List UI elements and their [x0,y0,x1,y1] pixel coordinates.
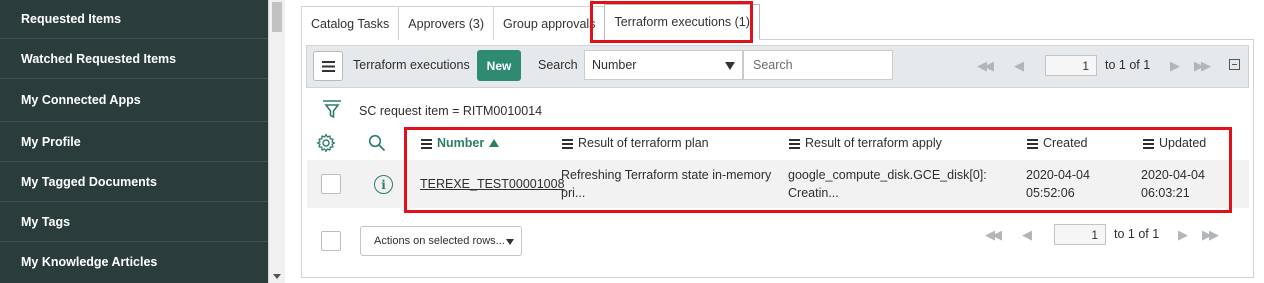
column-label: Number [437,136,485,150]
last-page-icon[interactable]: ▶▶ [1194,58,1211,74]
sort-ascending-icon [489,139,500,147]
first-page-icon[interactable]: ◀◀ [977,58,994,74]
column-header-number[interactable]: Number [421,136,500,150]
tab-label: Catalog Tasks [311,16,390,31]
scroll-down-arrow-icon[interactable] [273,274,281,279]
filter-icon[interactable] [321,98,343,120]
column-label: Result of terraform apply [805,136,942,150]
apply-line-2: Creatin... [788,186,839,200]
column-header-updated[interactable]: Updated [1143,136,1206,150]
plan-line-1: Refreshing Terraform state in-memory [561,168,772,182]
record-number-link[interactable]: TEREXE_TEST00001008 [420,175,565,193]
sidebar-item-label: Requested Items [21,12,122,26]
sidebar-item-requested-items[interactable]: Requested Items [0,0,268,39]
page-number-input[interactable] [1045,55,1097,76]
filter-breadcrumb[interactable]: SC request item = RITM0010014 [359,104,542,118]
sidebar-item-my-knowledge-articles[interactable]: My Knowledge Articles [0,242,268,282]
column-header-created[interactable]: Created [1027,136,1087,150]
next-page-icon[interactable]: ▶ [1170,58,1180,74]
sidebar-item-watched-requested-items[interactable]: Watched Requested Items [0,39,268,79]
sidebar-item-my-profile[interactable]: My Profile [0,122,268,162]
sidebar-item-my-tags[interactable]: My Tags [0,202,268,242]
sidebar-item-my-tagged-documents[interactable]: My Tagged Documents [0,162,268,202]
tab-label: Group approvals [503,16,596,31]
new-button[interactable]: New [477,50,521,81]
apply-cell: google_compute_disk.GCE_disk[0]: Creatin… [788,166,987,202]
hamburger-icon [321,60,335,72]
tab-approvers[interactable]: Approvers (3) [398,6,495,40]
column-menu-icon[interactable] [1143,138,1154,149]
search-label: Search [538,58,578,72]
tab-catalog-tasks[interactable]: Catalog Tasks [301,6,400,40]
page-count-text: to 1 of 1 [1114,227,1160,241]
row-select-checkbox[interactable] [321,174,341,194]
actions-select[interactable]: Actions on selected rows... [360,226,522,256]
next-page-icon[interactable]: ▶ [1178,227,1188,243]
plan-cell: Refreshing Terraform state in-memory pri… [561,166,771,202]
column-header-plan[interactable]: Result of terraform plan [562,136,709,150]
list-title: Terraform executions [353,58,470,72]
info-icon[interactable]: i [374,175,393,194]
page-count-text: to 1 of 1 [1105,58,1151,72]
list-menu-button[interactable] [313,51,343,81]
collapse-list-icon[interactable] [1229,59,1240,70]
column-label: Result of terraform plan [578,136,709,150]
select-all-checkbox[interactable] [321,231,341,251]
previous-page-icon[interactable]: ◀ [1014,58,1024,74]
created-time: 05:52:06 [1026,186,1075,200]
first-page-icon[interactable]: ◀◀ [985,227,1002,243]
tab-terraform-executions[interactable]: Terraform executions (1) [604,4,760,40]
search-icon[interactable] [368,134,386,152]
created-date: 2020-04-04 [1026,168,1090,182]
scrollbar-thumb[interactable] [272,2,282,32]
actions-select-value: Actions on selected rows... [374,235,505,247]
tab-label: Approvers (3) [408,16,485,31]
column-header-apply[interactable]: Result of terraform apply [789,136,942,150]
previous-page-icon[interactable]: ◀ [1022,227,1032,243]
sidebar-list: Requested Items Watched Requested Items … [0,0,268,282]
column-menu-icon[interactable] [1027,138,1038,149]
caret-down-icon [725,62,735,70]
sidebar-item-label: My Tags [21,214,71,229]
sidebar-item-label: My Knowledge Articles [21,255,158,269]
sidebar-item-label: My Tagged Documents [21,174,157,189]
sidebar: Requested Items Watched Requested Items … [0,0,285,283]
search-input[interactable] [743,50,893,80]
column-menu-icon[interactable] [789,138,800,149]
sidebar-item-my-connected-apps[interactable]: My Connected Apps [0,79,268,122]
updated-time: 06:03:21 [1141,186,1190,200]
updated-date: 2020-04-04 [1141,168,1205,182]
column-label: Updated [1159,136,1207,150]
last-page-icon[interactable]: ▶▶ [1202,227,1219,243]
column-menu-icon[interactable] [562,138,573,149]
column-menu-icon[interactable] [421,138,432,149]
tab-label: Terraform executions (1) [614,15,750,29]
updated-cell: 2020-04-04 06:03:21 [1141,166,1205,202]
gear-icon[interactable] [316,133,336,153]
sidebar-item-label: Watched Requested Items [21,51,177,66]
search-field-select[interactable]: Number [584,50,743,80]
caret-down-icon [506,239,514,245]
sidebar-item-label: My Profile [21,134,81,149]
created-cell: 2020-04-04 05:52:06 [1026,166,1090,202]
related-list-tabs: Catalog Tasks Approvers (3) Group approv… [301,4,760,40]
plan-line-2: pri... [561,186,586,200]
page-number-input[interactable] [1054,224,1106,245]
sidebar-item-label: My Connected Apps [21,93,141,107]
column-label: Created [1043,136,1088,150]
apply-line-1: google_compute_disk.GCE_disk[0]: [788,168,987,182]
search-field-value: Number [592,58,637,72]
sidebar-scrollbar[interactable] [268,0,285,283]
tab-group-approvals[interactable]: Group approvals [493,6,606,40]
